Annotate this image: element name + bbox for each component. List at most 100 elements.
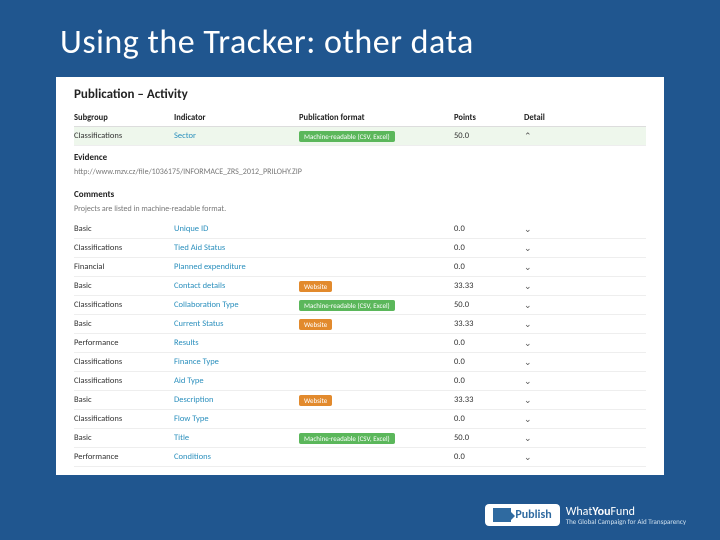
chevron-down-icon[interactable]: ⌄ [524,319,532,330]
cell-indicator[interactable]: Description [174,395,299,405]
cell-subgroup: Performance [74,338,174,348]
cell-points: 50.0 [454,300,524,310]
cell-format: Machine-readable (CSV, Excel) [299,131,454,142]
table-row[interactable]: BasicTitleMachine-readable (CSV, Excel) 5… [74,429,646,448]
chevron-down-icon[interactable]: ⌄ [524,433,532,444]
footer-logo: Publish WhatYouFund The Global Campaign … [485,504,686,526]
cell-subgroup: Classifications [74,414,174,424]
chevron-down-icon[interactable]: ⌄ [524,452,532,463]
chevron-down-icon[interactable]: ⌄ [524,300,532,311]
cell-subgroup: Financial [74,262,174,272]
cell-indicator[interactable]: Flow Type [174,414,299,424]
comments-heading: Comments [74,183,646,202]
cell-subgroup: Classifications [74,243,174,253]
table-row[interactable]: ClassificationsAid Type 0.0⌄ [74,372,646,391]
cell-subgroup: Basic [74,319,174,329]
logo-whatyoufund: WhatYouFund [566,506,686,518]
tracker-panel: Publication – Activity Subgroup Indicato… [56,77,664,475]
cell-points: 33.33 [454,319,524,329]
table-row[interactable]: FinancialPlanned expenditure 0.0⌄ [74,258,646,277]
logo-publish-box: Publish [485,504,559,526]
cell-subgroup: Classifications [74,300,174,310]
table-row[interactable]: BasicCurrent StatusWebsite 33.33⌄ [74,315,646,334]
cell-points: 0.0 [454,338,524,348]
chevron-down-icon[interactable]: ⌄ [524,224,532,235]
chevron-down-icon[interactable]: ⌄ [524,357,532,368]
chevron-down-icon[interactable]: ⌄ [524,395,532,406]
format-badge: Website [299,281,332,292]
cell-subgroup: Basic [74,433,174,443]
format-badge: Machine-readable (CSV, Excel) [299,300,395,311]
cell-subgroup: Classifications [74,357,174,367]
cell-points: 0.0 [454,452,524,462]
cell-indicator[interactable]: Collaboration Type [174,300,299,310]
table-row[interactable]: PerformanceResults 0.0⌄ [74,334,646,353]
cell-format: Website [299,395,454,406]
chevron-down-icon[interactable]: ⌄ [524,414,532,425]
cell-points: 0.0 [454,357,524,367]
cell-indicator[interactable]: Unique ID [174,224,299,234]
cell-points: 0.0 [454,262,524,272]
table-row[interactable]: ClassificationsFlow Type 0.0⌄ [74,410,646,429]
table-row[interactable]: PerformanceConditions 0.0⌄ [74,448,646,467]
col-indicator: Indicator [174,113,299,123]
cell-subgroup: Basic [74,224,174,234]
col-points: Points [454,113,524,123]
cell-indicator[interactable]: Aid Type [174,376,299,386]
cell-indicator[interactable]: Contact details [174,281,299,291]
table-row-highlight[interactable]: Classifications Sector Machine-readable … [74,127,646,146]
table-row[interactable]: ClassificationsFinance Type 0.0⌄ [74,353,646,372]
chevron-down-icon[interactable]: ⌄ [524,281,532,292]
format-badge: Website [299,395,332,406]
arrow-icon [493,508,511,522]
cell-points: 0.0 [454,224,524,234]
chevron-up-icon[interactable]: ⌃ [524,131,532,142]
format-badge: Machine-readable (CSV, Excel) [299,433,395,444]
cell-indicator[interactable]: Results [174,338,299,348]
cell-subgroup: Basic [74,281,174,291]
comments-text: Projects are listed in machine-readable … [74,202,646,220]
table-row[interactable]: BasicContact detailsWebsite 33.33⌄ [74,277,646,296]
cell-indicator[interactable]: Current Status [174,319,299,329]
format-badge: Machine-readable (CSV, Excel) [299,131,395,142]
cell-format: Website [299,281,454,292]
cell-points: 33.33 [454,395,524,405]
col-detail: Detail [524,113,564,123]
slide-title: Using the Tracker: other data [0,0,720,63]
table-row[interactable]: BasicUnique ID 0.0⌄ [74,220,646,239]
cell-indicator[interactable]: Sector [174,131,299,141]
cell-subgroup: Classifications [74,131,174,141]
cell-indicator[interactable]: Tied Aid Status [174,243,299,253]
cell-points: 0.0 [454,376,524,386]
cell-points: 0.0 [454,243,524,253]
cell-indicator[interactable]: Planned expenditure [174,262,299,272]
chevron-down-icon[interactable]: ⌄ [524,376,532,387]
cell-indicator[interactable]: Conditions [174,452,299,462]
format-badge: Website [299,319,332,330]
chevron-down-icon[interactable]: ⌄ [524,262,532,273]
evidence-text: http://www.mzv.cz/file/1036175/INFORMACE… [74,165,646,183]
cell-format: Machine-readable (CSV, Excel) [299,433,454,444]
col-format: Publication format [299,113,454,123]
cell-indicator[interactable]: Title [174,433,299,443]
evidence-heading: Evidence [74,146,646,165]
cell-points: 33.33 [454,281,524,291]
cell-format: Website [299,319,454,330]
table-row[interactable]: ClassificationsCollaboration TypeMachine… [74,296,646,315]
table-row[interactable]: ClassificationsTied Aid Status 0.0⌄ [74,239,646,258]
cell-subgroup: Classifications [74,376,174,386]
cell-points: 50.0 [454,433,524,443]
panel-title: Publication – Activity [74,87,646,102]
chevron-down-icon[interactable]: ⌄ [524,243,532,254]
table-row[interactable]: BasicDescriptionWebsite 33.33⌄ [74,391,646,410]
chevron-down-icon[interactable]: ⌄ [524,338,532,349]
col-subgroup: Subgroup [74,113,174,123]
cell-subgroup: Performance [74,452,174,462]
cell-points: 50.0 [454,131,524,141]
logo-publish-text: Publish [515,508,551,522]
table-header-row: Subgroup Indicator Publication format Po… [74,110,646,127]
cell-indicator[interactable]: Finance Type [174,357,299,367]
logo-tagline: The Global Campaign for Aid Transparency [566,518,686,525]
cell-subgroup: Basic [74,395,174,405]
cell-points: 0.0 [454,414,524,424]
